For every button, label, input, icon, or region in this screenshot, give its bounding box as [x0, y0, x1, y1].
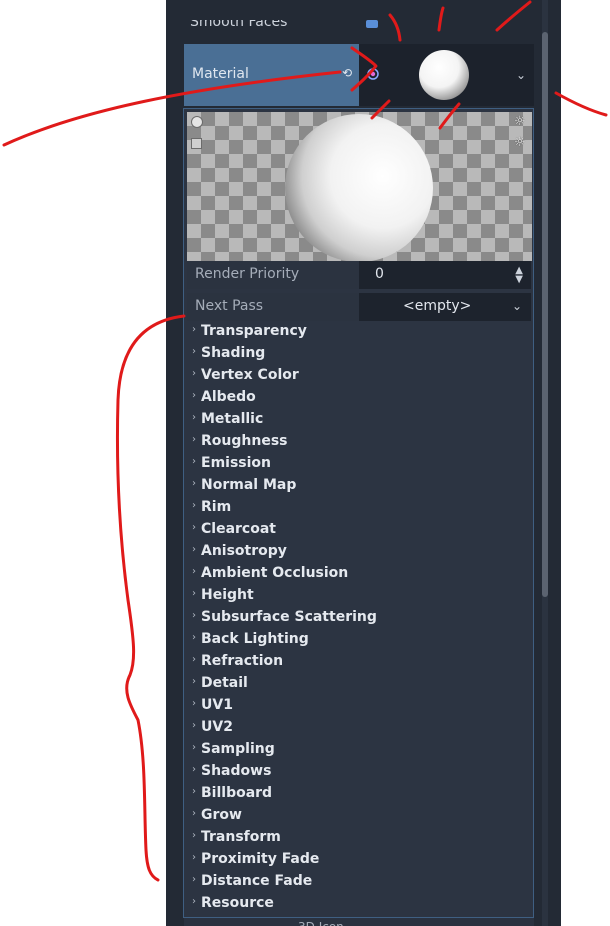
annotation-stroke	[388, 13, 402, 42]
red-annotation-overlay	[2, 0, 608, 882]
annotation-stroke	[495, 0, 532, 32]
annotation-stroke	[370, 99, 391, 120]
annotation-stroke	[2, 70, 342, 147]
annotation-stroke	[438, 102, 461, 130]
annotation-stroke	[116, 314, 186, 882]
annotation-stroke	[554, 91, 608, 117]
annotation-stroke	[437, 6, 445, 32]
annotation-stroke	[350, 46, 378, 92]
